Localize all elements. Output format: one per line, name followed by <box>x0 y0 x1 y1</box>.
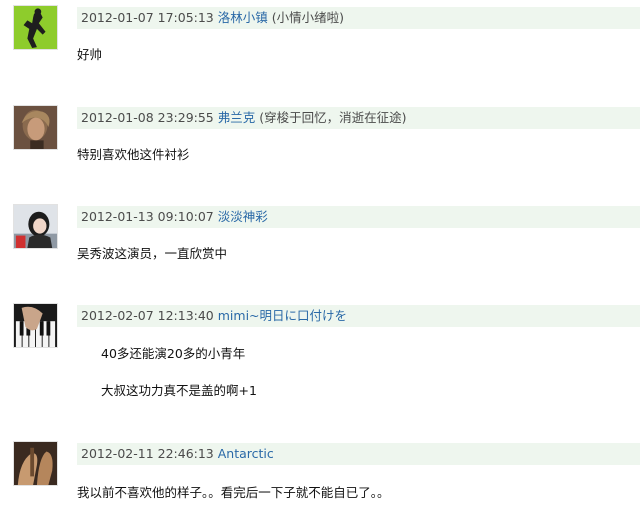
comment-user-link[interactable]: 洛林小镇 <box>218 10 268 25</box>
comment-text: 特别喜欢他这件衬衫 <box>77 147 190 162</box>
comment-user-link[interactable]: Antarctic <box>218 446 274 461</box>
comment-text: 好帅 <box>77 47 103 62</box>
comment-meta: 2012-02-07 12:13:40 mimi~明日に口付けを <box>77 305 640 327</box>
comment-meta: 2012-01-08 23:29:55 弗兰克 (穿梭于回忆，消逝在征途) <box>77 107 640 129</box>
comment-meta: 2012-02-11 22:46:13 Antarctic <box>77 443 640 465</box>
comment-text: 大叔这功力真不是盖的啊+1 <box>101 383 257 398</box>
piano-hands-icon <box>14 304 57 347</box>
avatar[interactable] <box>13 441 58 486</box>
comment-user-link[interactable]: mimi~明日に口付けを <box>218 308 347 323</box>
comment-meta: 2012-01-07 17:05:13 洛林小镇 (小情小绪啦) <box>77 7 640 29</box>
comment-item: 2012-02-07 12:13:40 mimi~明日に口付けを 40多还能演2… <box>0 298 640 438</box>
comment-user-link[interactable]: 淡淡神彩 <box>218 209 268 224</box>
silhouette-dancer-icon <box>14 6 57 49</box>
avatar[interactable] <box>13 303 58 348</box>
comment-time: 2012-01-13 09:10:07 <box>81 209 214 224</box>
comment-item: 2012-01-07 17:05:13 洛林小镇 (小情小绪啦) 好帅 <box>0 0 640 100</box>
comment-time: 2012-02-11 22:46:13 <box>81 446 214 461</box>
comment-item: 2012-01-13 09:10:07 淡淡神彩 吴秀波这演员，一直欣赏中 <box>0 199 640 299</box>
comment-text: 我以前不喜欢他的样子。。看完后一下子就不能自已了。。 <box>77 485 390 500</box>
comment-user-link[interactable]: 弗兰克 <box>218 110 256 125</box>
comment-time: 2012-02-07 12:13:40 <box>81 308 214 323</box>
comment-meta: 2012-01-13 09:10:07 淡淡神彩 <box>77 206 640 228</box>
comment-time: 2012-01-07 17:05:13 <box>81 10 214 25</box>
comment-item: 2012-02-11 22:46:13 Antarctic 我以前不喜欢他的样子… <box>0 436 640 529</box>
comment-text: 吴秀波这演员，一直欣赏中 <box>77 246 228 261</box>
comment-signature: (穿梭于回忆，消逝在征途) <box>259 110 407 125</box>
avatar[interactable] <box>13 5 58 50</box>
comment-text: 40多还能演20多的小青年 <box>101 346 246 361</box>
comment-signature: (小情小绪啦) <box>271 10 345 25</box>
man-portrait-icon <box>14 106 57 149</box>
hands-icon <box>14 442 57 485</box>
avatar[interactable] <box>13 204 58 249</box>
comment-time: 2012-01-08 23:29:55 <box>81 110 214 125</box>
avatar[interactable] <box>13 105 58 150</box>
girl-portrait-icon <box>14 205 57 248</box>
comment-item: 2012-01-08 23:29:55 弗兰克 (穿梭于回忆，消逝在征途) 特别… <box>0 100 640 200</box>
